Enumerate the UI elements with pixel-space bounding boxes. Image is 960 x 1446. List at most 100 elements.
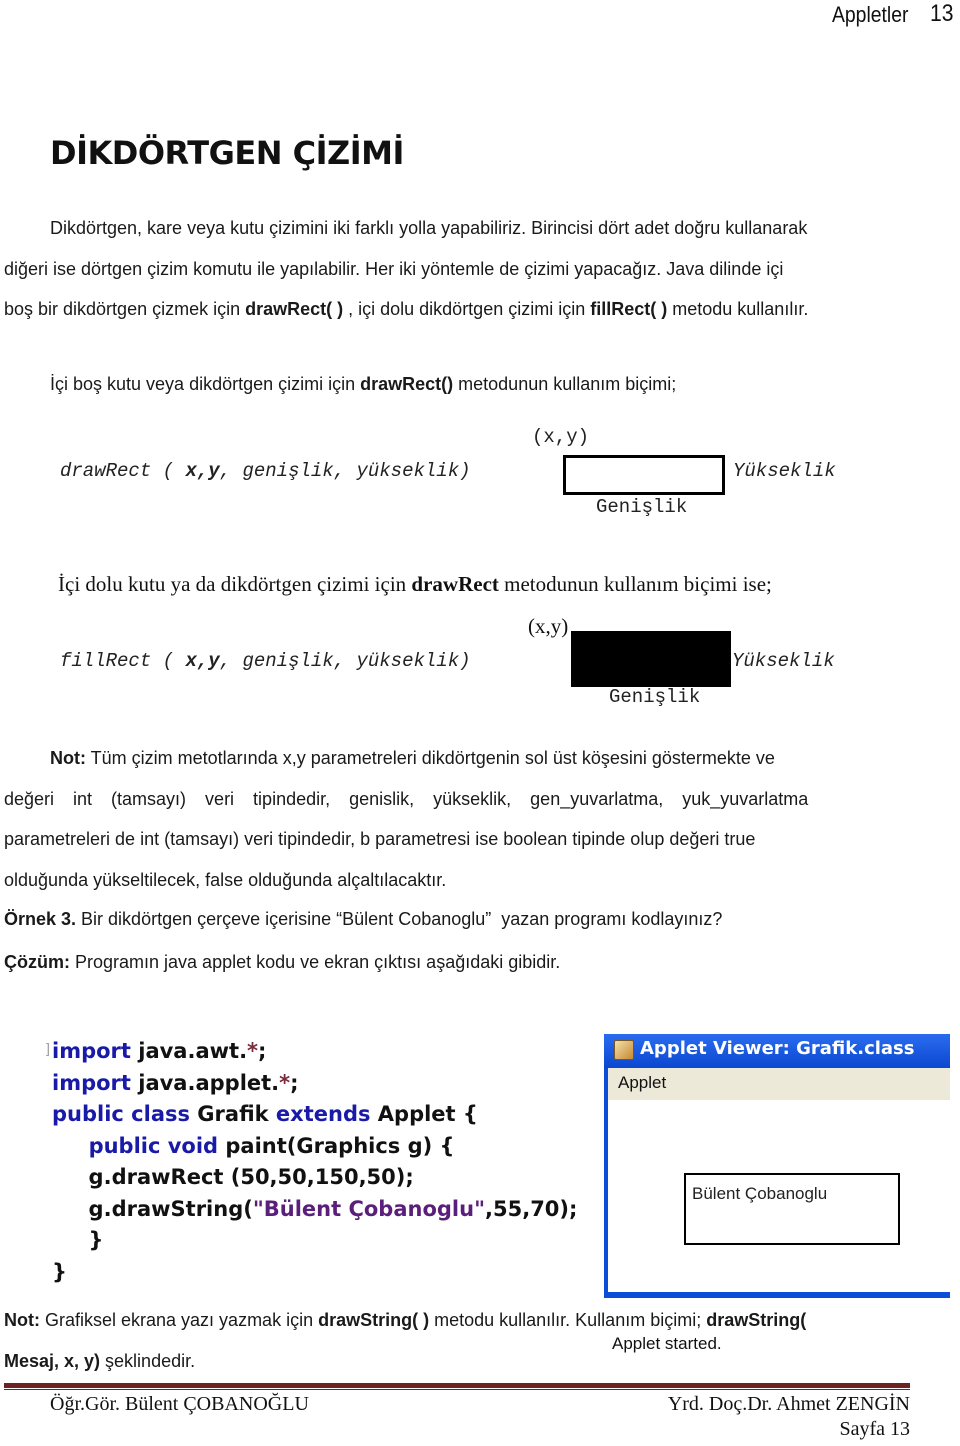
solution-text: Programın java applet kodu ve ekran çıkt… [70, 952, 561, 972]
solution-line: Çözüm: Programın java applet kodu ve ekr… [4, 942, 910, 983]
signature-paren: ( [151, 460, 186, 482]
example-text: Bir dikdörtgen çerçeve içerisine “Bülent… [76, 909, 723, 929]
intro-line-3: boş bir dikdörtgen çizmek için drawRect(… [4, 289, 910, 330]
usage-text: İçi dolu kutu ya da dikdörtgen çizimi iç… [58, 572, 412, 596]
code-line-8: } [52, 1259, 67, 1284]
empty-rectangle-illustration [563, 455, 725, 495]
note2-paragraph: Not: Grafiksel ekrana yazı yazmak için d… [4, 1300, 910, 1381]
signature-paren: ( [151, 650, 186, 672]
drawstring-signature-end: Mesaj, x, y) [4, 1350, 101, 1371]
drawstring-signature-start: drawString( [706, 1310, 807, 1330]
usage-method-name: drawRect() [360, 374, 454, 394]
code-line-3: public class Grafik extends Applet { [52, 1099, 577, 1131]
usage-text: İçi boş kutu veya dikdörtgen çizimi için [50, 374, 361, 394]
footer-rule-thick [4, 1383, 910, 1388]
height-label: Yükseklik [732, 650, 835, 672]
xy-label: (x,y) [532, 426, 590, 448]
intro-text: , içi dolu dikdörtgen çizimi için [343, 299, 591, 319]
fillrect-usage-line: İçi dolu kutu ya da dikdörtgen çizimi iç… [58, 572, 772, 597]
code-keyword: public void [88, 1133, 219, 1158]
height-label: Yükseklik [733, 460, 836, 482]
java-cup-icon [614, 1040, 634, 1060]
code-string: "Bülent Çobanoglu" [252, 1196, 486, 1221]
intro-line-2: diğeri ise dörtgen çizim komutu ile yapı… [4, 258, 784, 279]
window-menu-bar: Applet [608, 1068, 950, 1100]
filled-rectangle-illustration [571, 631, 731, 687]
running-header-title: Appletler [832, 2, 909, 27]
menu-item-applet[interactable]: Applet [618, 1073, 666, 1093]
signature-method: drawRect [60, 460, 152, 482]
note2-label: Not: [4, 1310, 40, 1330]
signature-method: fillRect [60, 650, 152, 672]
signature-args-rest: , genişlik, yükseklik) [219, 650, 471, 672]
note2-text: şeklindedir. [100, 1350, 196, 1371]
window-title: Applet Viewer: Grafik.class [640, 1038, 915, 1059]
section-heading: DİKDÖRTGEN ÇİZİMİ [50, 134, 404, 172]
note2-line-1: Not: Grafiksel ekrana yazı yazmak için d… [4, 1300, 910, 1341]
code-keyword: public class [52, 1102, 190, 1126]
code-text: java.applet. [130, 1070, 280, 1095]
note-line-2: değeri int (tamsayı) veri tipindedir, ge… [4, 788, 809, 809]
code-text: ; [290, 1070, 299, 1095]
footer-rule-thin [4, 1389, 910, 1390]
running-header-page-number: 13 [930, 0, 954, 27]
java-code-block: import java.awt.*; import java.applet.*; p… [52, 1036, 577, 1288]
intro-text: metodu kullanılır. [667, 299, 809, 319]
note-label: Not: [50, 748, 86, 768]
intro-line-1: Dikdörtgen, kare veya kutu çizimini iki … [50, 218, 808, 238]
footer-author-right: Yrd. Doç.Dr. Ahmet ZENGİN [667, 1393, 910, 1415]
example-label: Örnek 3. [4, 909, 77, 929]
note2-line-2: Mesaj, x, y) şeklindedir. [4, 1341, 910, 1382]
note2-text: Grafiksel ekrana yazı yazmak için [39, 1310, 319, 1330]
code-text: paint(Graphics g) { [218, 1133, 455, 1158]
code-text: Applet { [370, 1102, 478, 1126]
signature-args-xy: x,y [185, 650, 220, 672]
code-line-2: import java.applet.*; [52, 1068, 577, 1100]
drawn-string: Bülent Çobanoglu [692, 1184, 828, 1203]
code-keyword: extends [275, 1102, 371, 1126]
code-text: ; [258, 1039, 267, 1063]
drawstring-method-name: drawString( ) [318, 1310, 430, 1330]
drawrect-signature: drawRect ( x,y, genişlik, yükseklik) [60, 460, 471, 482]
intro-paragraph: Dikdörtgen, kare veya kutu çizimini iki … [4, 208, 910, 330]
note-line-4: olduğunda yükseltilecek, false olduğunda… [4, 869, 447, 890]
code-wildcard: * [247, 1039, 259, 1063]
applet-canvas: Bülent Çobanoglu Applet started. [608, 1100, 950, 1353]
applet-viewer-window: Applet Viewer: Grafik.class Applet Bülen… [604, 1034, 950, 1353]
drawrect-figure: drawRect ( x,y, genişlik, yükseklik) (x,… [0, 420, 960, 530]
signature-args-rest: , genişlik, yükseklik) [219, 460, 471, 482]
code-line-5: g.drawRect (50,50,150,50); [52, 1165, 414, 1189]
code-line-1: import java.awt.*; [52, 1036, 577, 1068]
usage-method-name: drawRect [411, 572, 499, 596]
xy-label: (x,y) [528, 614, 569, 638]
solution-label: Çözüm: [4, 952, 70, 972]
window-title-bar[interactable]: Applet Viewer: Grafik.class [604, 1034, 950, 1068]
fillrect-figure: fillRect ( x,y, genişlik, yükseklik) (x,… [0, 610, 960, 720]
footer-author-left: Öğr.Gör. Bülent ÇOBANOĞLU [50, 1393, 309, 1415]
example-line: Örnek 3. Bir dikdörtgen çerçeve içerisin… [4, 899, 910, 940]
drawrect-method-name: drawRect( ) [245, 299, 344, 319]
drawrect-usage-line: İçi boş kutu veya dikdörtgen çizimi için… [50, 364, 910, 405]
intro-text: boş bir dikdörtgen çizmek için [4, 299, 246, 319]
signature-args-xy: x,y [185, 460, 220, 482]
note-line-1: Not: Tüm çizim metotlarında x,y parametr… [4, 738, 910, 779]
code-keyword: import [52, 1039, 131, 1063]
fillrect-signature: fillRect ( x,y, genişlik, yükseklik) [60, 650, 471, 672]
code-line-7: } [52, 1228, 104, 1252]
code-wildcard: * [279, 1070, 291, 1095]
code-text: ,55,70); [485, 1196, 578, 1221]
note-text: Tüm çizim metotlarında x,y parametreleri… [85, 748, 775, 768]
code-keyword: import [52, 1070, 131, 1095]
code-line-4: public void paint(Graphics g) { [52, 1131, 577, 1163]
fillrect-method-name: fillRect( ) [590, 299, 668, 319]
note-paragraph: Not: Tüm çizim metotlarında x,y parametr… [4, 738, 910, 900]
code-text: java.awt. [130, 1039, 248, 1063]
usage-text: metodunun kullanım biçimi ise; [498, 572, 772, 596]
footer-page-number: Sayfa 13 [839, 1418, 910, 1440]
note2-text: metodu kullanılır. Kullanım biçimi; [429, 1310, 707, 1330]
width-label: Genişlik [609, 686, 701, 708]
code-text: g.drawString( [52, 1196, 253, 1221]
note-line-3: parametreleri de int (tamsayı) veri tipi… [4, 829, 756, 849]
width-label: Genişlik [596, 496, 688, 518]
